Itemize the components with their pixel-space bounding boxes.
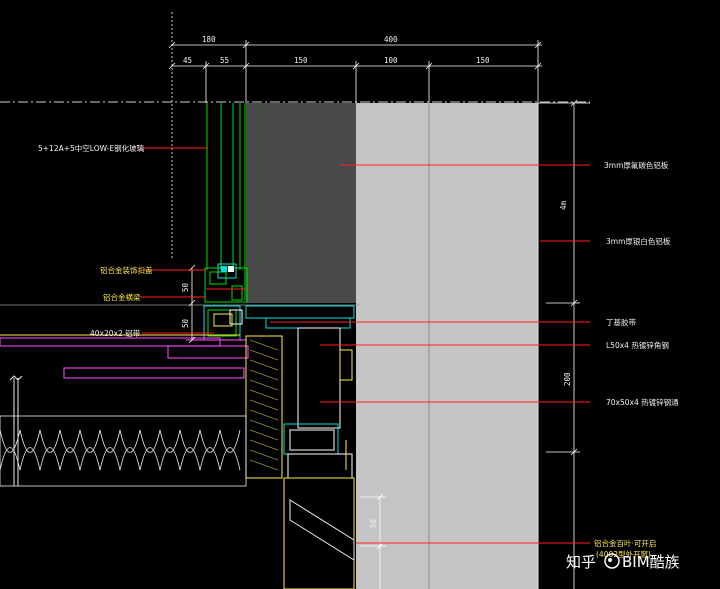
dark-panel <box>246 103 356 303</box>
dim-left-1: 50 <box>181 282 190 292</box>
cad-detail-drawing: 180 400 45 55 150 100 150 4m 200 50 50 5… <box>0 12 680 589</box>
note-alu-cover: 铝合金装饰扣盖 <box>100 265 153 275</box>
insulation-layer <box>245 335 283 479</box>
dim-seg-5: 150 <box>476 56 490 65</box>
watermark-prefix: 知乎 <box>566 553 596 571</box>
note-panel-2: 3mm厚银白色铝板 <box>606 236 671 246</box>
glass-mullion <box>204 103 248 303</box>
watermark-brand: BIM酷族 <box>622 553 680 571</box>
note-panel-1: 3mm厚氟碳色铝板 <box>604 160 669 170</box>
note-alu-beam: 铝合金横梁 <box>103 292 141 302</box>
note-glass: 5+12A+5中空LOW-E钢化玻璃 <box>38 143 145 153</box>
watermark: 知乎 BIM酷族 <box>566 553 680 571</box>
note-angle-steel: L50x4 热镀锌角钢 <box>606 340 669 350</box>
dim-overall-right: 400 <box>384 35 398 44</box>
note-wood-strip: 40x20x2 铝带 <box>90 328 141 338</box>
note-bottom-1: 铝合金百叶·可开启 <box>594 538 656 548</box>
dim-seg-4: 100 <box>384 56 398 65</box>
dim-bottom: 50 <box>369 518 378 528</box>
dim-overall-left: 180 <box>202 35 216 44</box>
magenta-beams <box>0 337 249 379</box>
light-panel <box>356 103 538 589</box>
dim-seg-1: 45 <box>183 56 192 65</box>
dim-right-small: 4m <box>559 200 568 210</box>
left-dimension <box>188 264 196 344</box>
dim-right-large: 200 <box>563 372 572 386</box>
note-square-steel: 70x50x4 热镀锌钢通 <box>606 397 679 407</box>
note-butyl: 丁基胶带 <box>606 317 636 327</box>
steel-bracket <box>245 305 355 589</box>
dim-left-2: 50 <box>181 318 190 328</box>
dim-seg-3: 150 <box>294 56 308 65</box>
dim-seg-2: 55 <box>220 56 229 65</box>
insulation-wool <box>0 415 247 487</box>
